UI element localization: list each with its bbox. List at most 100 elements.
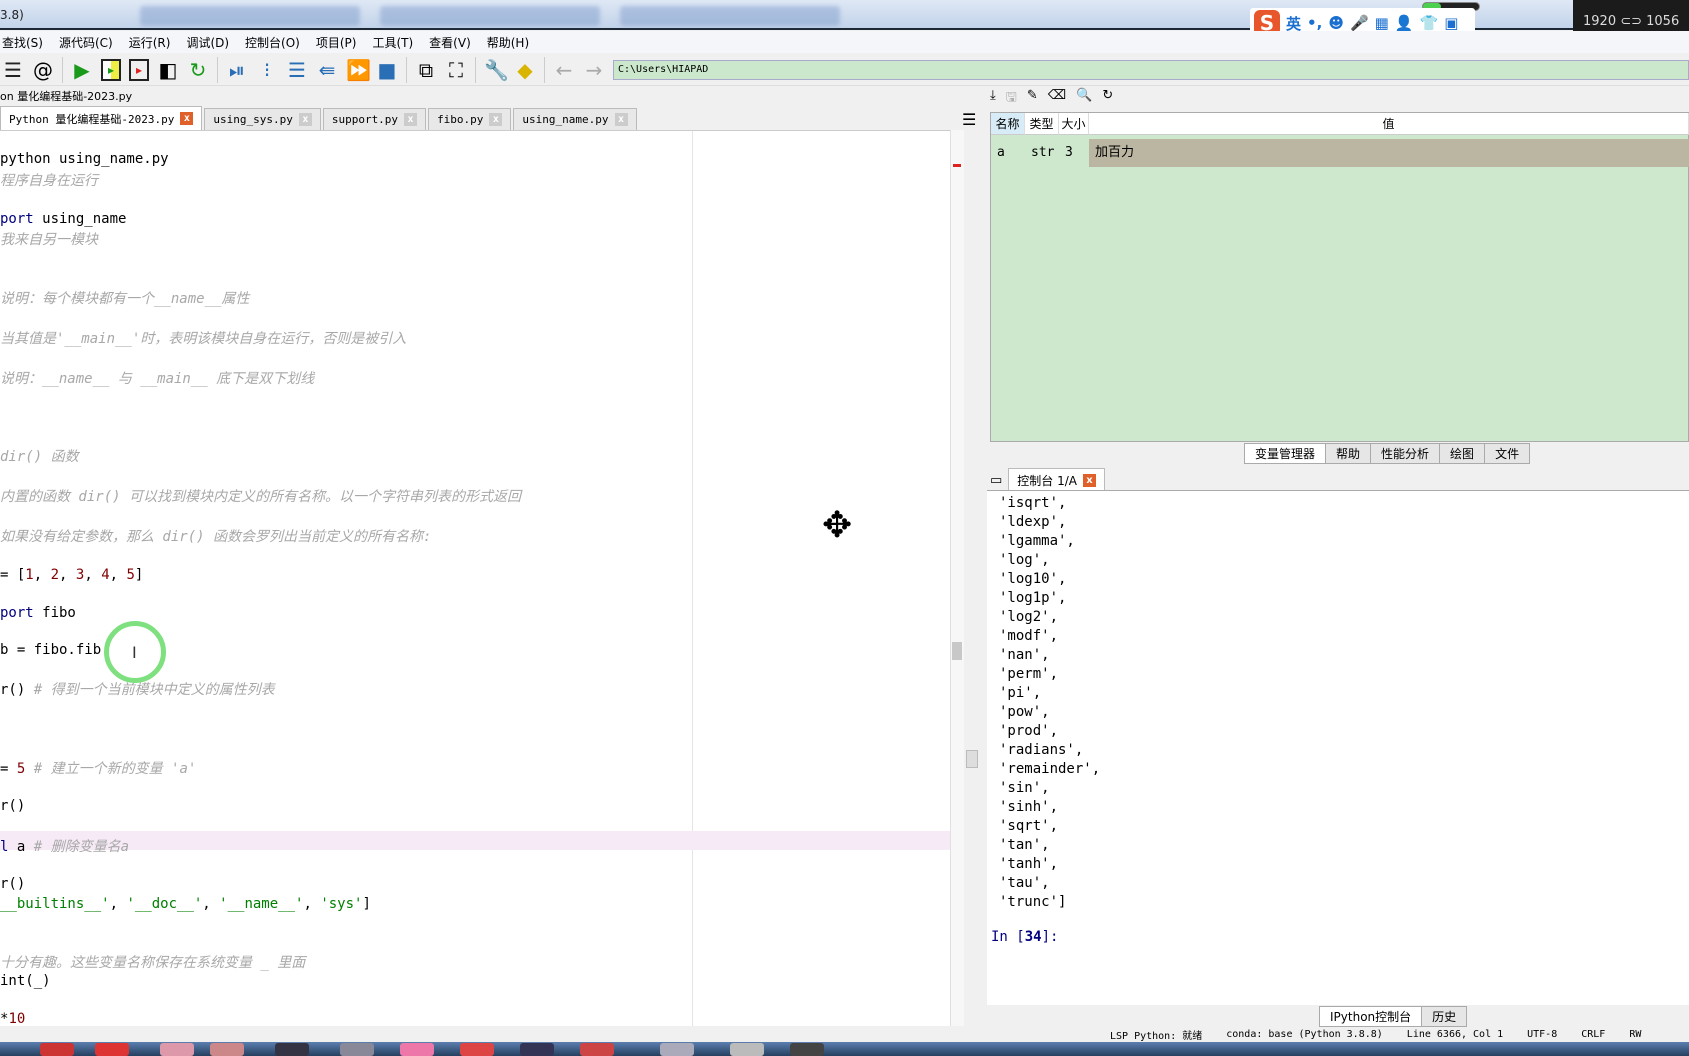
taskbar-app-icon[interactable]	[520, 1043, 554, 1056]
taskbar-app-icon[interactable]	[660, 1043, 694, 1056]
taskbar-app-icon[interactable]	[400, 1043, 434, 1056]
maximize-pane-icon[interactable]: ⧉	[415, 57, 437, 83]
column-header-name[interactable]: 名称	[991, 113, 1025, 135]
search-icon[interactable]: 🔍	[1076, 88, 1092, 110]
menu-item[interactable]: 帮助(H)	[487, 34, 529, 51]
taskbar-app-icon[interactable]	[160, 1043, 194, 1056]
list-icon[interactable]: ☰	[2, 57, 24, 83]
code-token: fibo	[33, 605, 76, 621]
editor-tab[interactable]: using_name.py x	[513, 108, 637, 130]
window-icon[interactable]: ▭	[990, 473, 1002, 488]
stop-icon[interactable]: ■	[376, 57, 398, 83]
browser-tab[interactable]	[380, 6, 600, 26]
editor-scrollbar-thumb[interactable]	[952, 642, 962, 660]
apps-icon[interactable]: ▣	[1444, 14, 1458, 32]
code-editor[interactable]: python using_name.py 程序自身在运行 port using_na…	[0, 130, 950, 1026]
debug-icon[interactable]: ⏯	[226, 57, 248, 83]
cursor-position: Line 6366, Col 1	[1406, 1028, 1504, 1040]
save-data-icon[interactable]: 🖫	[1006, 88, 1017, 110]
refresh-icon[interactable]: ↻	[1102, 88, 1113, 110]
editor-tab[interactable]: fibo.py x	[428, 108, 512, 130]
pane-tab[interactable]: 性能分析	[1370, 443, 1441, 464]
run-cell-advance-icon[interactable]: ▸	[129, 58, 149, 81]
close-icon[interactable]: x	[614, 113, 628, 126]
back-icon[interactable]: ←	[553, 57, 575, 83]
user-icon[interactable]: 👤	[1395, 14, 1414, 32]
menu-item[interactable]: 源代码(C)	[59, 34, 113, 51]
code-line: int(_)	[0, 973, 51, 989]
taskbar-app-icon[interactable]	[730, 1043, 764, 1056]
options-menu-icon[interactable]: ☰	[962, 110, 976, 129]
taskbar-app-icon[interactable]	[40, 1043, 74, 1056]
code-token: 10	[8, 1011, 26, 1026]
tab-history[interactable]: 历史	[1421, 1006, 1468, 1027]
close-icon[interactable]: x	[1083, 474, 1096, 487]
taskbar-app-icon[interactable]	[790, 1043, 824, 1056]
rerun-icon[interactable]: ↻	[187, 57, 209, 83]
working-directory-input[interactable]: C:\Users\HIAPAD	[613, 59, 1689, 80]
menu-item[interactable]: 工具(T)	[372, 34, 413, 51]
emoji-icon[interactable]: ☻	[1328, 14, 1344, 32]
taskbar-app-icon[interactable]	[210, 1043, 244, 1056]
taskbar-app-icon[interactable]	[340, 1043, 374, 1056]
splitter[interactable]	[964, 130, 987, 1026]
divider	[62, 56, 63, 83]
continue-icon[interactable]: ⏩	[346, 57, 371, 83]
import-data-icon[interactable]: ⤓	[990, 88, 996, 110]
toolbar: ☰ @ ▶ ▸ ▸ ◧ ↻ ⏯ ⁝ ☰ ⇚ ⏩ ■ ⧉ ⛶ 🔧 ◆ ← → C:…	[0, 54, 1689, 86]
editor-tab[interactable]: Python 量化编程基础-2023.py x	[0, 106, 203, 130]
keyboard-icon[interactable]: ▦	[1375, 14, 1389, 32]
editor-tab[interactable]: using_sys.py x	[204, 108, 321, 130]
step-return-icon[interactable]: ⇚	[316, 57, 338, 83]
tab-ipython-console[interactable]: IPython控制台	[1319, 1006, 1423, 1027]
menu-item[interactable]: 查找(S)	[2, 34, 43, 51]
wrench-icon[interactable]: 🔧	[484, 57, 509, 83]
python-path-icon[interactable]: ◆	[514, 57, 536, 83]
column-header-value[interactable]: 值	[1089, 113, 1689, 135]
pane-tab[interactable]: 变量管理器	[1244, 443, 1327, 464]
tab-console[interactable]: 控制台 1/A x	[1008, 468, 1105, 492]
taskbar-app-icon[interactable]	[95, 1043, 129, 1056]
pane-tab[interactable]: 文件	[1484, 443, 1531, 464]
step-icon[interactable]: ⁝	[256, 57, 278, 83]
code-token: 内置的函数 dir() 可以找到模块内定义的所有名称。以一个字符串列表的形式返回	[0, 489, 521, 505]
taskbar-app-icon[interactable]	[275, 1043, 309, 1056]
editor-tab[interactable]: support.py x	[322, 108, 427, 130]
taskbar-app-icon[interactable]	[580, 1043, 614, 1056]
column-header-size[interactable]: 大小	[1059, 113, 1089, 135]
code-token: ,	[109, 567, 127, 583]
close-icon[interactable]: x	[298, 113, 312, 126]
run-icon[interactable]: ▶	[71, 57, 93, 83]
menu-item[interactable]: 控制台(O)	[245, 34, 300, 51]
menu-item[interactable]: 运行(R)	[129, 34, 171, 51]
splitter-handle[interactable]	[966, 750, 978, 768]
close-icon[interactable]: x	[404, 113, 418, 126]
pane-tab[interactable]: 绘图	[1439, 443, 1486, 464]
close-icon[interactable]: x	[180, 112, 194, 125]
ime-punct-button[interactable]: •,	[1307, 14, 1322, 32]
at-icon[interactable]: @	[32, 57, 54, 83]
menu-item[interactable]: 项目(P)	[316, 34, 357, 51]
console-output-line: 'perm',	[999, 666, 1059, 682]
pane-tab[interactable]: 帮助	[1325, 443, 1372, 464]
mic-icon[interactable]: 🎤	[1350, 14, 1369, 32]
forward-icon[interactable]: →	[583, 57, 605, 83]
code-token: 说明：__name__ 与 __main__ 底下是双下划线	[0, 371, 315, 387]
eraser-icon[interactable]: ⌫	[1048, 88, 1066, 110]
ipython-console[interactable]: In [34]: 'isqrt', 'ldexp', 'lgamma', 'log',…	[987, 490, 1689, 1005]
run-selection-icon[interactable]: ◧	[157, 57, 179, 83]
step-into-icon[interactable]: ☰	[286, 57, 308, 83]
skin-icon[interactable]: 👕	[1420, 14, 1439, 32]
menu-item[interactable]: 调试(D)	[186, 34, 229, 51]
column-header-type[interactable]: 类型	[1025, 113, 1059, 135]
browser-tab[interactable]	[620, 6, 840, 26]
save-as-icon[interactable]: ✎	[1027, 88, 1038, 110]
fullscreen-icon[interactable]: ⛶	[445, 57, 467, 83]
browser-tab[interactable]	[140, 6, 360, 26]
taskbar-app-icon[interactable]	[460, 1043, 494, 1056]
run-cell-icon[interactable]: ▸	[101, 58, 121, 81]
editor-scrollbar[interactable]	[950, 130, 964, 1026]
code-token: # 建立一个新的变量 'a'	[25, 761, 197, 777]
close-icon[interactable]: x	[489, 113, 503, 126]
menu-item[interactable]: 查看(V)	[429, 34, 471, 51]
